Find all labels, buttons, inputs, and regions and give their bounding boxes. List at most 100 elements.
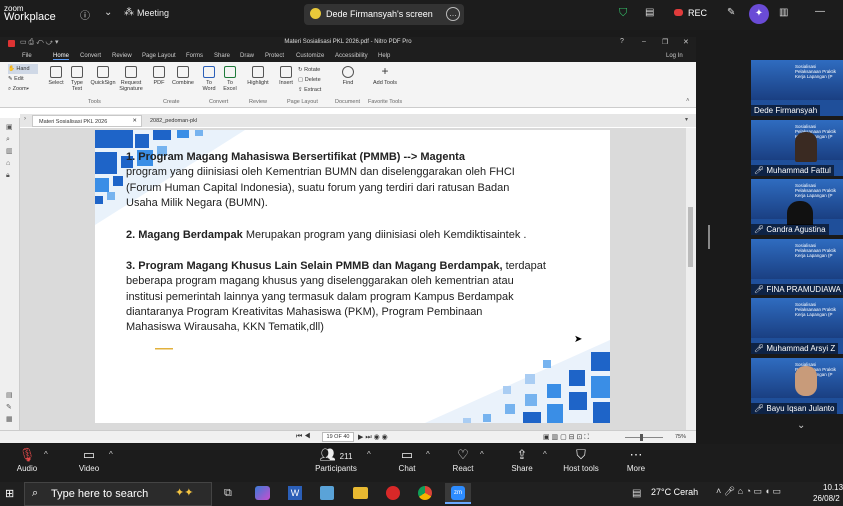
close-icon[interactable]: ✕ [683,38,689,46]
participant-tile[interactable]: Sosialisasi Pelaksanaan Praktik Kerja La… [751,179,843,235]
left-bottom-icons[interactable]: ▤ ✎ ▦ [6,390,13,426]
menu-share[interactable]: Share [214,53,230,59]
minimize-icon[interactable]: — [815,6,825,17]
task-view-icon[interactable]: ⧉ [224,487,232,500]
first-prev-page-icons[interactable]: ⏮ ◀ [296,433,311,441]
participant-tile[interactable]: Sosialisasi Pelaksanaan Praktik Kerja La… [751,120,843,176]
zoom-level[interactable]: 75% [675,434,686,440]
next-last-page-icons[interactable]: ▶ ⏭ ◉ ◉ [358,433,388,442]
menu-home[interactable]: Home [53,53,70,60]
chat-button[interactable]: ▭ Chat [392,444,422,473]
audio-button[interactable]: 🎙︎ Audio [10,444,44,473]
page-indicator[interactable]: 19 OF 40 [322,432,354,442]
mode-zoom[interactable]: ⌕ Zoom▾ [8,84,38,94]
request-signature-button[interactable]: Request Signature [116,66,146,92]
menu-accessibility[interactable]: Accessibility [335,53,368,59]
panel-resize-handle[interactable] [708,225,710,249]
snipping-app-icon[interactable] [320,486,334,500]
tray-icons[interactable]: ˄ 🎤︎ ⌂ ◔ ▭ ◖ ▭ [716,486,781,497]
file-explorer-icon[interactable] [353,487,368,499]
ai-companion-icon[interactable]: ✦ [749,4,769,24]
scrollbar-thumb[interactable] [688,207,693,267]
clock-time[interactable]: 10.13 [823,483,843,492]
tabs-dropdown-icon[interactable]: ▾ [685,116,688,123]
vertical-scrollbar[interactable] [686,128,696,432]
delete-button[interactable]: ▢ Delete [298,75,330,85]
mode-edit[interactable]: ✎ Edit [8,74,38,84]
tabs-menu-icon[interactable]: › [24,116,26,122]
participant-tile[interactable]: Sosialisasi Pelaksanaan Praktik Kerja La… [751,298,843,354]
type-text-button[interactable]: Type Text [68,66,86,92]
menu-draw[interactable]: Draw [240,53,254,59]
video-options-icon[interactable]: ^ [109,450,113,459]
taskbar-search[interactable]: ⌕ Type here to search ✦✦ [24,482,212,506]
layout-icon[interactable]: ▥ [779,7,788,18]
to-excel-button[interactable]: To Excel [221,66,239,92]
share-button[interactable]: ⇪ Share [507,444,537,473]
copilot-app-icon[interactable] [255,486,270,500]
participant-tile[interactable]: Sosialisasi Pelaksanaan Praktik Kerja La… [751,358,843,414]
word-app-icon[interactable]: W [288,486,302,500]
menu-review[interactable]: Review [112,53,132,59]
minimize-icon[interactable]: – [642,38,646,45]
login-link[interactable]: Log In [666,53,683,59]
more-button[interactable]: ⋯ More [621,444,651,473]
close-tab-icon[interactable]: ✕ [132,118,137,124]
participants-button[interactable]: 👥︎ 211 Participants [310,444,362,473]
react-button[interactable]: ♡ React [448,444,478,473]
menu-forms[interactable]: Forms [186,53,203,59]
zoom-slider[interactable] [625,437,663,438]
menu-file[interactable]: File [22,53,32,59]
chat-options-icon[interactable]: ^ [426,450,430,459]
host-tools-button[interactable]: ⛉ Host tools [560,444,602,473]
combine-button[interactable]: Combine [170,66,196,86]
view-mode-icons[interactable]: ▣ ▥ ▢ ⊟ ⊡ ⛶ [543,433,589,442]
mode-hand[interactable]: ✋ Hand [8,64,38,74]
maximize-icon[interactable]: ❐ [662,38,668,46]
share-options-icon[interactable]: ^ [543,450,547,459]
participants-options-icon[interactable]: ^ [367,450,371,459]
rotate-button[interactable]: ↻ Rotate [298,65,330,75]
shield-icon[interactable]: ⛉ [619,7,627,20]
quicksign-button[interactable]: QuickSign [88,66,118,86]
chrome-app-icon[interactable] [418,486,432,500]
menu-protect[interactable]: Protect [265,53,284,59]
pen-icon[interactable]: ✎ [727,7,735,18]
video-button[interactable]: ▭ Video [72,444,106,473]
react-options-icon[interactable]: ^ [480,450,484,459]
shared-screen-pill[interactable]: Dede Firmansyah's screen … [304,4,464,25]
participant-tile[interactable]: Sosialisasi Pelaksanaan Praktik Kerja La… [751,60,843,116]
select-button[interactable]: Select [47,66,65,86]
help-icon[interactable]: ? [620,38,624,45]
group-convert: Convert [209,99,229,105]
zoom-slider-handle[interactable] [640,434,643,441]
opera-app-icon[interactable] [386,486,400,500]
left-tool-icons[interactable]: ▣ ⌕ ▥ ⌂ 🔒︎ [6,122,13,182]
more-options-icon[interactable]: … [446,7,460,21]
extract-button[interactable]: ⇪ Extract [298,85,330,95]
pdf-button[interactable]: PDF [150,66,168,86]
menu-convert[interactable]: Convert [80,53,101,59]
meeting-label[interactable]: Meeting [137,8,169,18]
rec-label[interactable]: REC [688,8,707,18]
tab-pedoman[interactable]: 2082_pedoman-pkl [144,115,232,127]
add-tools-button[interactable]: + Add Tools [370,65,400,86]
windows-start-icon[interactable]: ⊞ [5,487,14,500]
highlight-button[interactable]: Highlight [244,66,272,86]
menu-customize[interactable]: Customize [296,53,324,59]
audio-options-icon[interactable]: ^ [44,450,48,459]
insert-button[interactable]: Insert [276,66,296,86]
info-icon[interactable]: ⓘ [80,7,90,22]
to-word-button[interactable]: To Word [200,66,218,92]
menu-help[interactable]: Help [378,53,390,59]
tab-materi[interactable]: Materi Sosialisasi PKL 2026 ✕ [32,115,142,127]
scroll-down-icon[interactable]: ⌄ [797,420,805,431]
find-button[interactable]: Find [338,66,358,86]
clock-date[interactable]: 26/08/2 [813,494,840,503]
weather-text[interactable]: 27°C Cerah [651,487,698,497]
collapse-ribbon-icon[interactable]: ˄ [686,98,690,104]
menu-page-layout[interactable]: Page Layout [142,53,176,59]
participant-tile[interactable]: Sosialisasi Pelaksanaan Praktik Kerja La… [751,239,843,295]
chevron-down-icon[interactable]: ⌄ [104,7,112,18]
notes-icon[interactable]: ▤ [645,7,654,18]
